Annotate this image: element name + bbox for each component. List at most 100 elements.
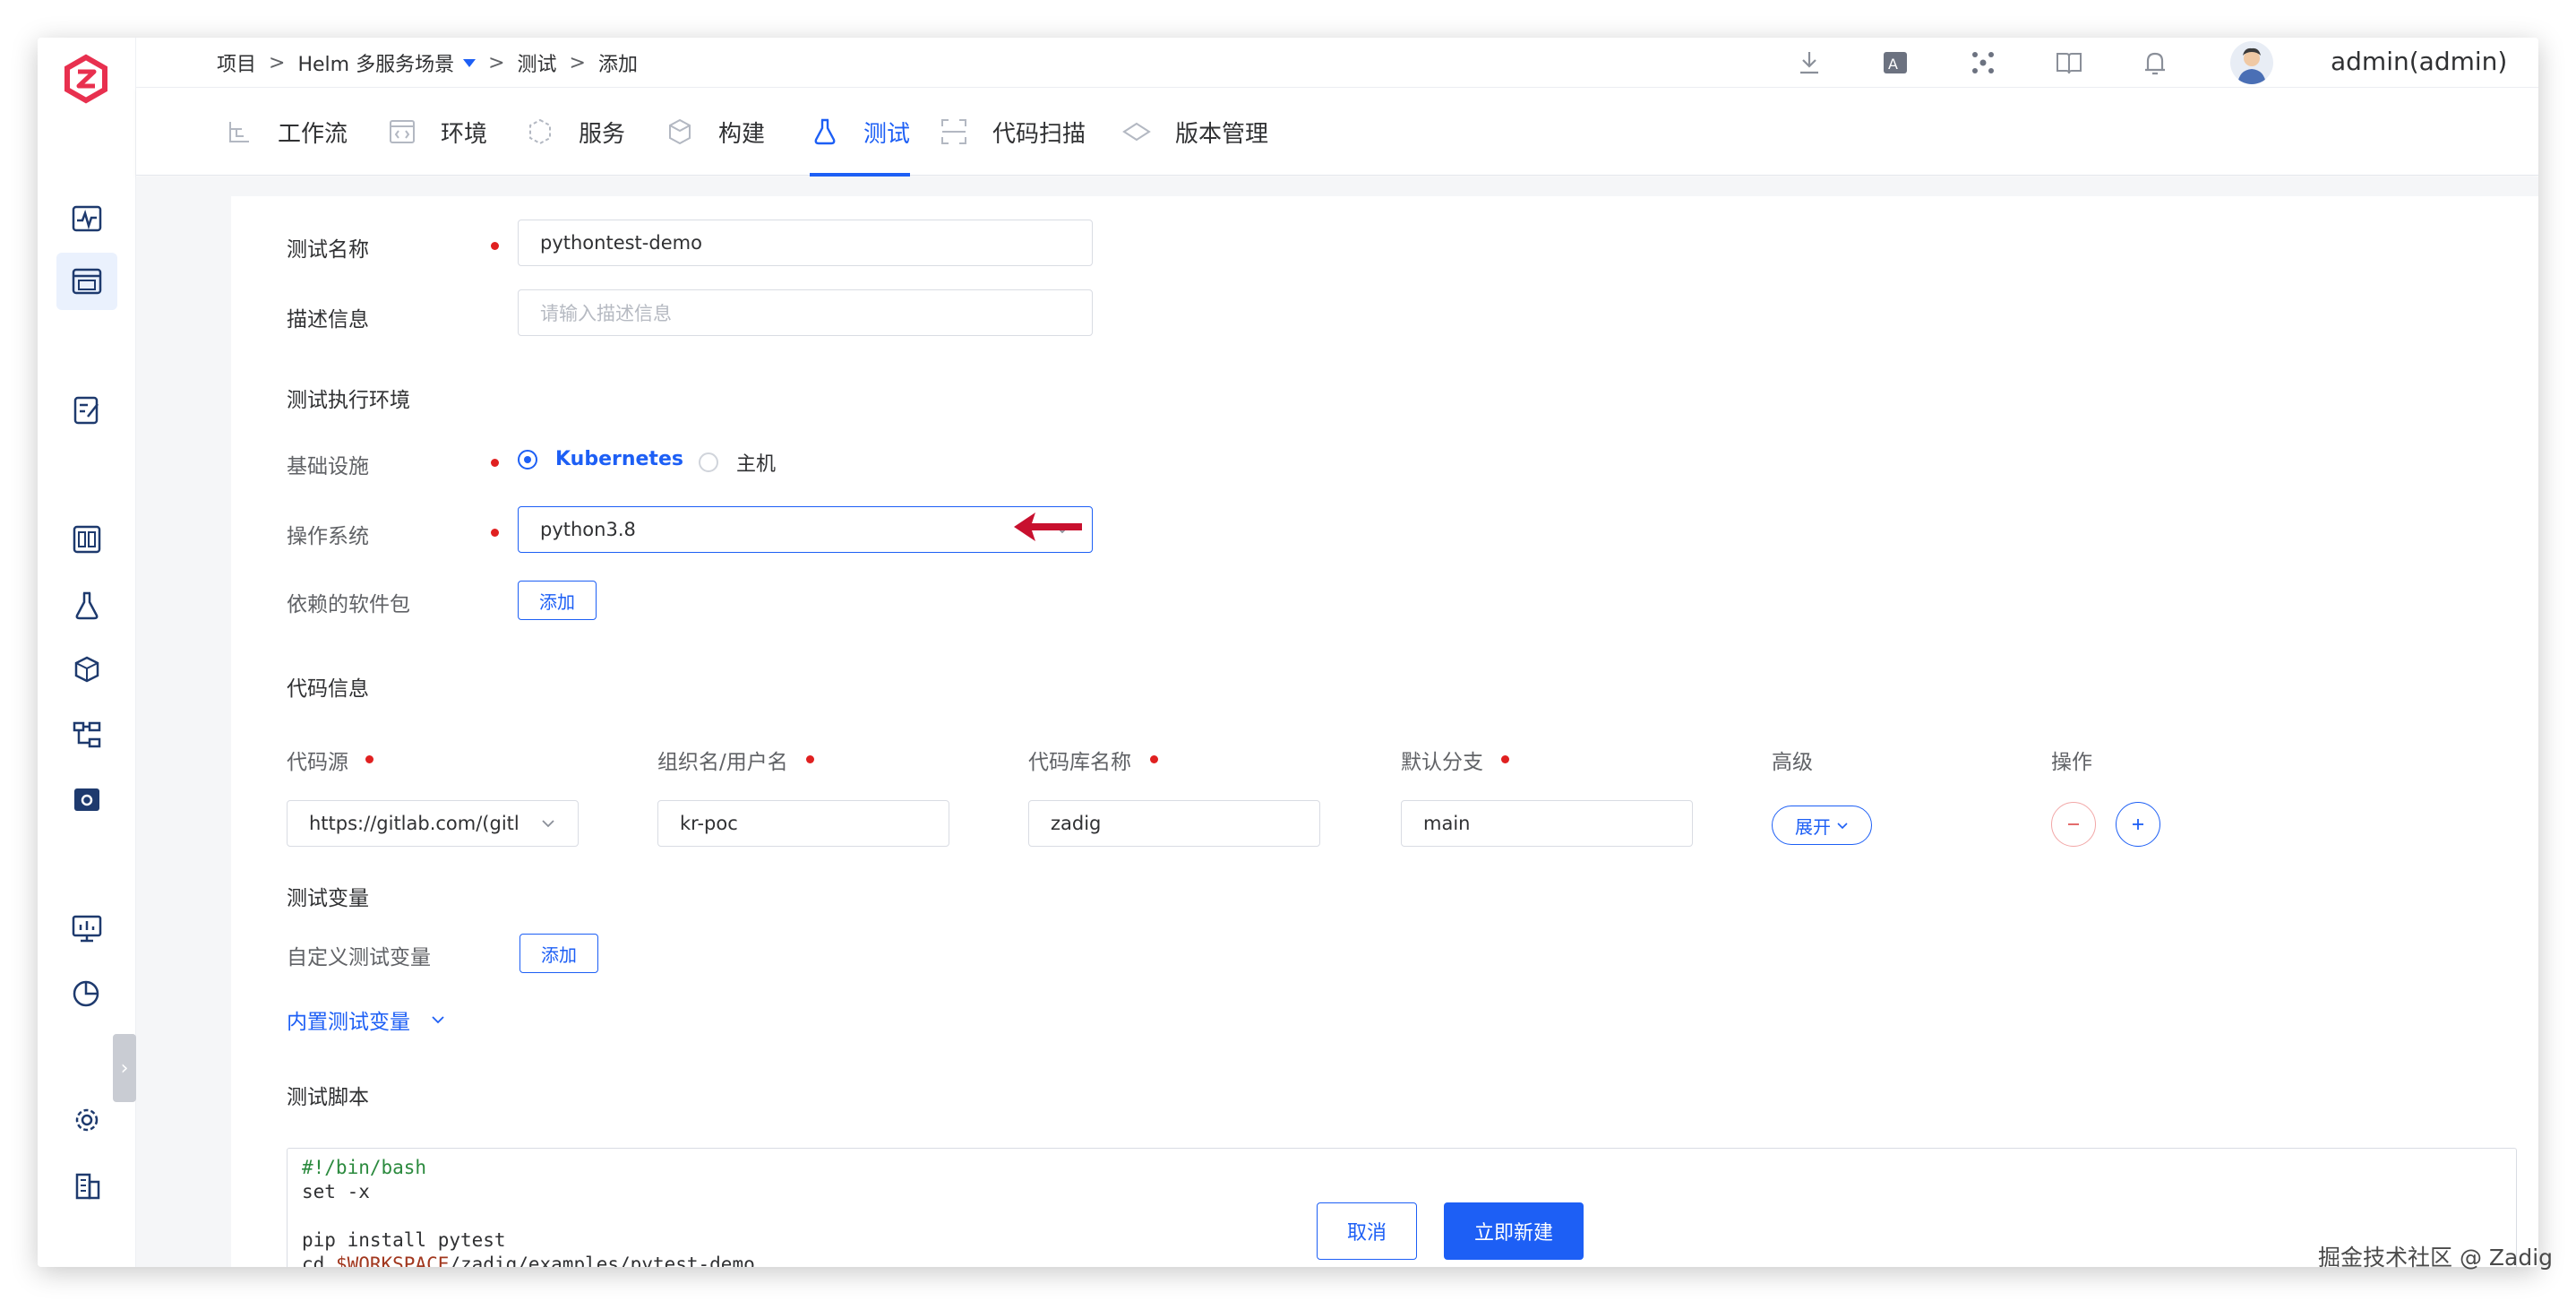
col-header-source: 代码源 bbox=[287, 751, 348, 774]
radio-dot[interactable] bbox=[518, 449, 537, 470]
vars-section-title: 测试变量 bbox=[287, 887, 369, 910]
tab-label: 工作流 bbox=[278, 120, 348, 148]
test-name-label: 测试名称 bbox=[287, 238, 369, 262]
add-custom-var-button[interactable]: 添加 bbox=[519, 934, 598, 973]
radio-kubernetes[interactable]: Kubernetes bbox=[518, 448, 683, 470]
breadcrumb-separator: > bbox=[569, 51, 586, 74]
top-header: 项目 > Helm 多服务场景 > 测试 > 添加 A admin(admin) bbox=[136, 38, 2538, 88]
test-name-input[interactable]: pythontest-demo bbox=[518, 220, 1093, 266]
tab-label: 代码扫描 bbox=[992, 120, 1086, 148]
insight-icon[interactable] bbox=[56, 900, 117, 957]
tab-version[interactable]: 版本管理 bbox=[1121, 88, 1268, 176]
bell-icon[interactable] bbox=[2139, 47, 2171, 79]
sidebar-expand-handle[interactable]: › bbox=[113, 1034, 136, 1102]
breadcrumb-project[interactable]: 项目 bbox=[217, 48, 256, 77]
chevron-down-icon bbox=[542, 820, 554, 828]
download-icon[interactable] bbox=[1793, 47, 1825, 79]
add-deps-button[interactable]: 添加 bbox=[518, 581, 597, 620]
tab-label: 版本管理 bbox=[1175, 120, 1269, 148]
col-header-org: 组织名/用户名 bbox=[657, 751, 788, 774]
settings-gear-icon[interactable] bbox=[56, 1091, 117, 1149]
expand-label: 展开 bbox=[1795, 815, 1831, 838]
docs-icon[interactable] bbox=[2053, 47, 2085, 79]
avatar[interactable] bbox=[2230, 41, 2273, 84]
os-label: 操作系统 bbox=[287, 525, 369, 548]
builtin-vars-label: 内置测试变量 bbox=[287, 1011, 410, 1034]
col-header-repo: 代码库名称 bbox=[1028, 751, 1131, 774]
breadcrumb-separator: > bbox=[488, 51, 505, 74]
dashboard-icon[interactable] bbox=[56, 190, 117, 247]
remove-repo-button[interactable] bbox=[2051, 802, 2096, 847]
breadcrumb-section[interactable]: 测试 bbox=[518, 48, 557, 77]
builtin-vars-toggle[interactable]: 内置测试变量 bbox=[287, 1004, 446, 1035]
project-manage-icon[interactable] bbox=[56, 253, 117, 310]
radio-host[interactable]: 主机 bbox=[699, 448, 776, 477]
username-label[interactable]: admin(admin) bbox=[2331, 47, 2507, 76]
scan-icon bbox=[941, 119, 966, 144]
annotation-arrow-icon bbox=[1014, 513, 1082, 541]
template-icon[interactable] bbox=[56, 511, 117, 568]
zadig-logo-icon[interactable] bbox=[57, 50, 115, 108]
svg-text:A: A bbox=[1888, 56, 1898, 73]
flask-icon bbox=[814, 118, 836, 145]
os-select-value: python3.8 bbox=[540, 519, 636, 540]
app-window: › 项目 > Helm 多服务场景 > 测试 > 添加 A admin(admi… bbox=[38, 38, 2538, 1267]
tab-code-scan[interactable]: 代码扫描 bbox=[939, 88, 1086, 176]
tab-build[interactable]: 构建 bbox=[665, 88, 765, 176]
system-settings-icon[interactable] bbox=[56, 771, 117, 828]
content-area: 测试名称 pythontest-demo 描述信息 请输入描述信息 测试执行环境… bbox=[136, 177, 2538, 1267]
plugin-icon[interactable] bbox=[1967, 47, 1999, 79]
tab-environment[interactable]: 环境 bbox=[387, 88, 487, 176]
breadcrumb-scenario[interactable]: Helm 多服务场景 bbox=[297, 48, 454, 77]
minus-icon bbox=[2068, 823, 2079, 825]
add-repo-button[interactable] bbox=[2116, 802, 2160, 847]
plus-icon bbox=[2133, 819, 2143, 830]
version-icon bbox=[1122, 122, 1151, 142]
tab-label: 环境 bbox=[441, 120, 488, 148]
required-mark bbox=[491, 459, 499, 467]
col-header-actions: 操作 bbox=[2051, 751, 2092, 774]
translate-icon[interactable]: A bbox=[1879, 47, 1911, 79]
tab-label: 测试 bbox=[863, 120, 911, 148]
environment-icon bbox=[390, 120, 415, 143]
cancel-button[interactable]: 取消 bbox=[1317, 1202, 1417, 1260]
expand-advanced-button[interactable]: 展开 bbox=[1772, 806, 1872, 845]
artifact-icon[interactable] bbox=[56, 642, 117, 699]
caret-down-icon[interactable] bbox=[463, 58, 477, 67]
radio-dot[interactable] bbox=[699, 452, 718, 472]
watermark-text: 掘金技术社区 @ Zadig bbox=[2318, 1245, 2554, 1271]
tab-test[interactable]: 测试 bbox=[810, 88, 911, 177]
script-section-title: 测试脚本 bbox=[287, 1086, 369, 1109]
required-mark bbox=[491, 529, 499, 537]
test-flask-icon[interactable] bbox=[56, 577, 117, 634]
repo-select[interactable]: zadig bbox=[1028, 800, 1320, 847]
chevron-down-icon bbox=[432, 1016, 444, 1024]
pie-chart-icon[interactable] bbox=[56, 964, 117, 1021]
col-header-branch: 默认分支 bbox=[1401, 751, 1483, 774]
description-input[interactable]: 请输入描述信息 bbox=[518, 289, 1093, 336]
create-now-button[interactable]: 立即新建 bbox=[1444, 1202, 1584, 1260]
code-section-title: 代码信息 bbox=[287, 677, 369, 701]
branch-select[interactable]: main bbox=[1401, 800, 1693, 847]
custom-vars-label: 自定义测试变量 bbox=[287, 946, 431, 969]
script-line: set -x bbox=[302, 1181, 370, 1202]
env-section-title: 测试执行环境 bbox=[287, 389, 410, 412]
build-icon bbox=[669, 118, 691, 145]
breadcrumb: 项目 > Helm 多服务场景 > 测试 > 添加 bbox=[217, 45, 638, 81]
tab-label: 构建 bbox=[718, 120, 766, 148]
topology-icon[interactable] bbox=[56, 706, 117, 763]
infra-label: 基础设施 bbox=[287, 455, 369, 478]
service-icon bbox=[529, 118, 551, 145]
os-select[interactable]: python3.8 bbox=[518, 506, 1093, 553]
required-mark bbox=[1150, 755, 1158, 763]
chevron-right-icon: › bbox=[120, 1056, 129, 1080]
enterprise-icon[interactable] bbox=[56, 1158, 117, 1215]
test-form-card: 测试名称 pythontest-demo 描述信息 请输入描述信息 测试执行环境… bbox=[231, 196, 2538, 1267]
description-label: 描述信息 bbox=[287, 308, 369, 332]
org-select[interactable]: kr-poc bbox=[657, 800, 949, 847]
code-source-select[interactable]: https://gitlab.com/(gitl bbox=[287, 800, 579, 847]
tab-service[interactable]: 服务 bbox=[525, 88, 625, 176]
release-edit-icon[interactable] bbox=[56, 382, 117, 439]
tab-workflow[interactable]: 工作流 bbox=[224, 88, 348, 176]
deps-label: 依赖的软件包 bbox=[287, 593, 410, 616]
